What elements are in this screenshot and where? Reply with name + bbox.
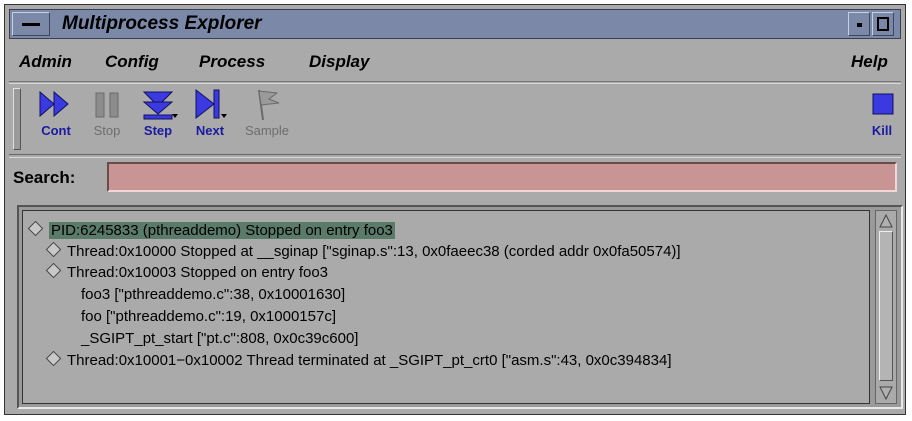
stop-button[interactable]: Stop: [85, 86, 129, 138]
tree-row-thread[interactable]: Thread:0x10000 Stopped at __sginap ["sgi…: [45, 241, 681, 262]
maximize-icon: [877, 17, 889, 31]
tree-row-label: PID:6245833 (pthreaddemo) Stopped on ent…: [49, 222, 395, 239]
window-menu-button[interactable]: [12, 12, 50, 36]
process-tree[interactable]: PID:6245833 (pthreaddemo) Stopped on ent…: [22, 210, 870, 404]
step-label: Step: [143, 123, 173, 138]
scroll-up-icon[interactable]: [878, 213, 894, 229]
window-title: Multiprocess Explorer: [62, 13, 262, 34]
vertical-scrollbar[interactable]: [875, 210, 897, 404]
kill-button[interactable]: Kill: [865, 86, 899, 138]
search-label: Search:: [13, 168, 76, 187]
menu-admin[interactable]: Admin: [19, 52, 72, 72]
window-menu-icon: [22, 23, 40, 26]
scroll-down-icon[interactable]: [878, 385, 894, 401]
search-bar: Search:: [9, 157, 901, 197]
next-label: Next: [195, 123, 225, 138]
tree-row-frame[interactable]: foo3 ["pthreaddemo.c":38, 0x10001630]: [81, 285, 345, 305]
app-window: Multiprocess Explorer Admin Config Proce…: [4, 4, 906, 415]
minimize-button[interactable]: [848, 12, 870, 36]
process-tree-frame: PID:6245833 (pthreaddemo) Stopped on ent…: [17, 205, 903, 409]
tree-row-thread[interactable]: Thread:0x10003 Stopped on entry foo3: [45, 262, 329, 283]
tree-row-process[interactable]: PID:6245833 (pthreaddemo) Stopped on ent…: [27, 220, 395, 241]
expand-toggle-icon[interactable]: [45, 241, 62, 258]
expand-toggle-icon[interactable]: [45, 262, 62, 279]
minimize-icon: [857, 23, 862, 27]
scrollbar-thumb[interactable]: [879, 231, 893, 381]
toolbar-grip[interactable]: [13, 88, 21, 150]
tree-row-label: Thread:0x10000 Stopped at __sginap ["sgi…: [67, 243, 681, 260]
menu-process[interactable]: Process: [199, 52, 265, 72]
kill-label: Kill: [871, 123, 893, 138]
menu-help[interactable]: Help: [851, 52, 888, 72]
tree-row-frame[interactable]: _SGIPT_pt_start ["pt.c":808, 0x0c39c600]: [81, 329, 358, 349]
step-icon: [142, 91, 178, 120]
sample-label: Sample: [244, 123, 290, 138]
search-input[interactable]: [107, 162, 897, 192]
menu-config[interactable]: Config: [105, 52, 159, 72]
maximize-button[interactable]: [872, 12, 894, 36]
tree-row-label: Thread:0x10003 Stopped on entry foo3: [67, 264, 329, 281]
next-button[interactable]: Next: [187, 86, 233, 138]
tree-row-label: Thread:0x10001−0x10002 Thread terminated…: [67, 352, 672, 369]
cont-button[interactable]: Cont: [33, 86, 79, 138]
title-bar[interactable]: Multiprocess Explorer: [9, 9, 901, 39]
step-button[interactable]: Step: [135, 86, 181, 138]
menu-display[interactable]: Display: [309, 52, 369, 72]
sample-button[interactable]: Sample: [239, 86, 295, 138]
pause-icon: [95, 92, 119, 118]
next-icon: [195, 88, 227, 120]
expand-toggle-icon[interactable]: [45, 350, 62, 367]
tree-row-frame[interactable]: foo ["pthreaddemo.c":19, 0x1000157c]: [81, 307, 336, 327]
menu-bar: Admin Config Process Display Help: [9, 42, 901, 82]
flag-icon: [258, 89, 280, 121]
expand-toggle-icon[interactable]: [27, 220, 44, 237]
continue-icon: [39, 90, 69, 118]
kill-icon: [872, 93, 894, 115]
tree-row-thread[interactable]: Thread:0x10001−0x10002 Thread terminated…: [45, 350, 672, 371]
cont-label: Cont: [41, 123, 71, 138]
stop-label: Stop: [93, 123, 121, 138]
toolbar: Cont Stop Step Next Sample Kill: [9, 83, 901, 155]
